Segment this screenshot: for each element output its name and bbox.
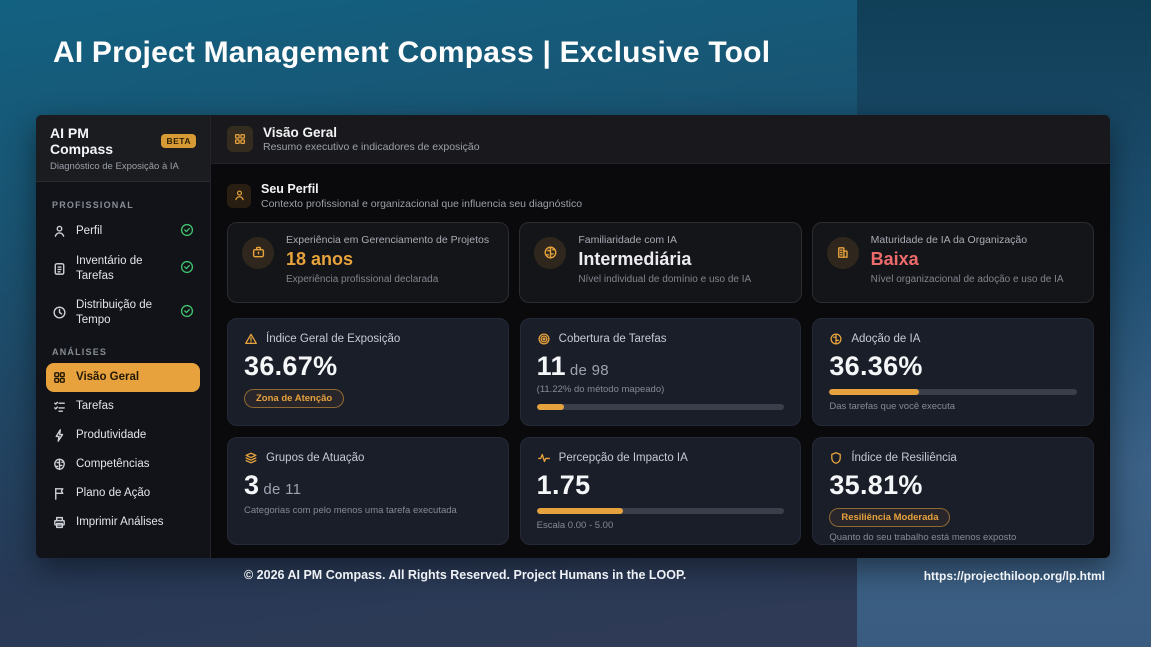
main-title: Visão Geral (263, 125, 480, 142)
grid-icon (227, 126, 253, 152)
clock-icon (52, 305, 67, 320)
sidebar-item-produtividade[interactable]: Produtividade (46, 421, 200, 450)
sidebar-item-inventario-de-tarefas[interactable]: Inventário de Tarefas (46, 247, 200, 291)
briefcase-icon (242, 237, 274, 269)
metric-cards-row2: Grupos de Atuação 3de 11 Categorias com … (227, 437, 1094, 545)
app-window: AI PM Compass BETA Diagnóstico de Exposi… (36, 115, 1110, 558)
person-icon (52, 224, 67, 239)
page-title: AI Project Management Compass | Exclusiv… (53, 36, 770, 70)
grid-icon (52, 370, 67, 385)
warning-triangle-icon (244, 332, 258, 346)
resilience-value: 35.81% (829, 472, 1077, 499)
printer-icon (52, 515, 67, 530)
status-badge: Zona de Atenção (244, 389, 344, 408)
app-subtitle: Diagnóstico de Exposição à IA (50, 161, 196, 172)
sidebar-header: AI PM Compass BETA Diagnóstico de Exposi… (36, 115, 210, 182)
impact-value: 1.75 (537, 472, 785, 499)
card-adocao-ia: Adoção de IA 36.36% Das tarefas que você… (812, 318, 1094, 426)
card-familiaridade: Familiaridade com IA Intermediária Nível… (519, 222, 801, 303)
profile-title: Seu Perfil (261, 182, 582, 198)
main-header: Visão Geral Resumo executivo e indicador… (211, 115, 1110, 164)
brain-icon (829, 332, 843, 346)
profile-section-header: Seu Perfil Contexto profissional e organ… (227, 182, 1094, 210)
target-icon (537, 332, 551, 346)
profile-subtitle: Contexto profissional e organizacional q… (261, 198, 582, 210)
adoption-progressbar (829, 389, 1077, 395)
familiarity-value: Intermediária (578, 249, 751, 270)
experience-value: 18 anos (286, 249, 489, 270)
brain-icon (534, 237, 566, 269)
check-circle-icon (180, 260, 194, 277)
flag-icon (52, 486, 67, 501)
main-subtitle: Resumo executivo e indicadores de exposi… (263, 141, 480, 153)
sidebar-item-distribuicao-de-tempo[interactable]: Distribuição de Tempo (46, 291, 200, 335)
maturity-value: Baixa (871, 249, 1064, 270)
app-name: AI PM Compass (50, 125, 154, 157)
footer-copyright: © 2026 AI PM Compass. All Rights Reserve… (244, 568, 686, 582)
activity-icon (537, 451, 551, 465)
layers-icon (244, 451, 258, 465)
main-panel: Visão Geral Resumo executivo e indicador… (211, 115, 1110, 558)
beta-badge: BETA (161, 134, 196, 148)
section-label-profissional: PROFISSIONAL (52, 200, 194, 210)
sidebar-item-tarefas[interactable]: Tarefas (46, 392, 200, 421)
clipboard-icon (52, 261, 67, 276)
card-percepcao-impacto: Percepção de Impacto IA 1.75 Escala 0.00… (520, 437, 802, 545)
profile-cards: Experiência em Gerenciamento de Projetos… (227, 222, 1094, 303)
card-cobertura-tarefas: Cobertura de Tarefas 11de 98 (11.22% do … (520, 318, 802, 426)
resilience-badge: Resiliência Moderada (829, 508, 950, 527)
sidebar-item-visao-geral[interactable]: Visão Geral (46, 363, 200, 392)
section-label-analises: ANÁLISES (52, 347, 194, 357)
sidebar: AI PM Compass BETA Diagnóstico de Exposi… (36, 115, 211, 558)
metric-cards-row1: Índice Geral de Exposição 36.67% Zona de… (227, 318, 1094, 426)
person-icon (227, 184, 251, 208)
impact-progressbar (537, 508, 785, 514)
check-circle-icon (180, 304, 194, 321)
sidebar-item-plano-de-acao[interactable]: Plano de Ação (46, 479, 200, 508)
card-indice-resiliencia: Índice de Resiliência 35.81% Resiliência… (812, 437, 1094, 545)
sidebar-item-perfil[interactable]: Perfil (46, 216, 200, 247)
card-experiencia: Experiência em Gerenciamento de Projetos… (227, 222, 509, 303)
building-icon (827, 237, 859, 269)
footer-url[interactable]: https://projecthiloop.org/lp.html (924, 569, 1105, 583)
main-content: Seu Perfil Contexto profissional e organ… (211, 164, 1110, 558)
shield-icon (829, 451, 843, 465)
coverage-value: 11de 98 (537, 353, 785, 380)
card-grupos-atuacao: Grupos de Atuação 3de 11 Categorias com … (227, 437, 509, 545)
exposure-value: 36.67% (244, 353, 492, 380)
brain-circuit-icon (52, 457, 67, 472)
sidebar-item-imprimir-analises[interactable]: Imprimir Análises (46, 508, 200, 537)
checklist-icon (52, 399, 67, 414)
coverage-progressbar (537, 404, 785, 410)
zap-icon (52, 428, 67, 443)
adoption-value: 36.36% (829, 353, 1077, 380)
groups-value: 3de 11 (244, 472, 492, 499)
card-maturidade: Maturidade de IA da Organização Baixa Ní… (812, 222, 1094, 303)
card-indice-exposicao: Índice Geral de Exposição 36.67% Zona de… (227, 318, 509, 426)
check-circle-icon (180, 223, 194, 240)
sidebar-item-competencias[interactable]: Competências (46, 450, 200, 479)
